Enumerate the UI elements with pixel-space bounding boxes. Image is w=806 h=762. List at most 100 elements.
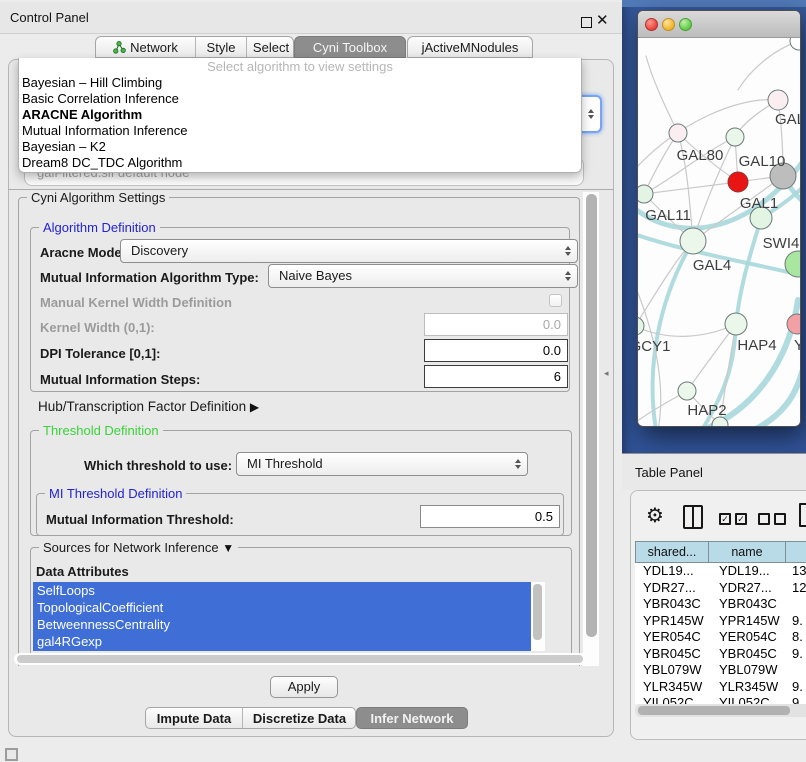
attributes-scrollbar-thumb[interactable]: [533, 584, 542, 640]
tab-infer-network[interactable]: Infer Network: [356, 707, 468, 729]
checked-checkbox-icon[interactable]: ✓: [735, 513, 747, 525]
algorithm-definition-title: Algorithm Definition: [39, 220, 160, 235]
zoom-traffic-light[interactable]: [679, 18, 692, 31]
manual-kernel-label: Manual Kernel Width Definition: [40, 295, 232, 310]
mi-type-combo[interactable]: Naive Bayes: [268, 264, 578, 288]
attribute-item[interactable]: gal4RGexp: [33, 633, 545, 650]
table-scrollbar-thumb[interactable]: [638, 706, 790, 715]
table-row[interactable]: YDL19...YDL19...13: [635, 563, 806, 580]
column-header[interactable]: A: [786, 541, 806, 563]
tab-impute-data[interactable]: Impute Data: [146, 708, 242, 728]
algorithm-dropdown-popup: Select algorithm to view settings Bayesi…: [18, 58, 582, 173]
which-threshold-combo[interactable]: MI Threshold: [236, 452, 528, 476]
algorithm-option[interactable]: Bayesian – Hill Climbing: [19, 75, 581, 91]
document-icon[interactable]: [799, 503, 806, 527]
minimize-traffic-light[interactable]: [662, 18, 675, 31]
table-row[interactable]: YER054CYER054C8.: [635, 629, 806, 646]
mi-threshold-field[interactable]: 0.5: [420, 505, 560, 528]
network-node[interactable]: [669, 124, 687, 142]
mi-steps-field[interactable]: 6: [424, 365, 568, 388]
tab-cyni-toolbox[interactable]: Cyni Toolbox: [294, 36, 406, 58]
hub-definition-toggle[interactable]: Hub/Transcription Factor Definition ▶: [38, 399, 259, 414]
network-node[interactable]: [726, 128, 744, 146]
float-window-icon[interactable]: [581, 17, 592, 28]
table-cell: YDR27...: [709, 580, 786, 597]
network-node[interactable]: [638, 185, 653, 203]
table-cell: YPR145W: [709, 613, 786, 630]
algorithm-option[interactable]: ARACNE Algorithm: [19, 107, 581, 123]
table-cell: 9.: [786, 679, 806, 696]
horizontal-scrollbar-thumb[interactable]: [17, 655, 583, 663]
table-row[interactable]: YBR045CYBR045C9.: [635, 646, 806, 663]
table-cell: YPR145W: [635, 613, 709, 630]
table-panel-titlebar: Table Panel: [622, 453, 806, 490]
control-panel-titlebar: Control Panel ✕: [0, 2, 622, 34]
attribute-item[interactable]: BetweennessCentrality: [33, 616, 545, 633]
sources-title[interactable]: Sources for Network Inference ▼: [39, 540, 238, 556]
tab-select[interactable]: Select: [246, 37, 295, 57]
algorithm-option[interactable]: Bayesian – K2: [19, 139, 581, 155]
table-cell: YDR27...: [635, 580, 709, 597]
table-row[interactable]: YBL079WYBL079W: [635, 662, 806, 679]
unchecked-checkbox-icon[interactable]: [758, 513, 770, 525]
kernel-width-field[interactable]: 0.0: [424, 313, 568, 336]
table-cell: 9.: [786, 646, 806, 663]
column-header[interactable]: name: [709, 541, 786, 563]
algorithm-option[interactable]: Dream8 DC_TDC Algorithm: [19, 155, 581, 171]
attribute-item[interactable]: TopologicalCoefficient: [33, 599, 545, 616]
table-panel: ⚙ ✓ ✓ shared...nameA YDL19...YDL19...13Y…: [630, 490, 806, 740]
tab-style[interactable]: Style: [195, 37, 246, 57]
network-node[interactable]: [768, 90, 788, 110]
dpi-tolerance-field[interactable]: 0.0: [424, 339, 568, 362]
close-traffic-light[interactable]: [645, 18, 658, 31]
table-cell: YBR045C: [709, 646, 786, 663]
tab-network[interactable]: Network: [96, 37, 195, 57]
network-node[interactable]: [725, 313, 747, 335]
data-attributes-list: SelfLoopsTopologicalCoefficientBetweenne…: [33, 582, 545, 651]
vertical-scrollbar-thumb[interactable]: [586, 194, 597, 637]
table-cell: [786, 596, 806, 613]
network-node[interactable]: [680, 228, 706, 254]
gear-icon[interactable]: ⚙: [646, 506, 664, 526]
spinner-arrows-icon: [565, 246, 571, 256]
network-view-window[interactable]: GAL80GAL10GALGAL1GAL11SWI4GAL4GCY1HAP4YH…: [637, 10, 801, 427]
tab-jactivemnodules[interactable]: jActiveMNodules: [407, 36, 533, 58]
table-body: YDL19...YDL19...13YDR27...YDR27...12YBR0…: [635, 563, 806, 704]
table-row[interactable]: YLR345WYLR345W9.: [635, 679, 806, 696]
tab-discretize-data[interactable]: Discretize Data: [242, 708, 356, 728]
table-header-row: shared...nameA: [635, 541, 806, 563]
table-row[interactable]: YDR27...YDR27...12: [635, 580, 806, 597]
split-columns-icon[interactable]: [683, 505, 703, 529]
algorithm-option[interactable]: Basic Correlation Inference: [19, 91, 581, 107]
table-row[interactable]: YBR043CYBR043C: [635, 596, 806, 613]
attribute-item[interactable]: SelfLoops: [33, 582, 545, 599]
network-node[interactable]: [790, 38, 800, 50]
table-row[interactable]: YIL052CYIL052C9: [635, 695, 806, 704]
table-cell: YIL052C: [709, 695, 786, 704]
network-graph[interactable]: GAL80GAL10GALGAL1GAL11SWI4GAL4GCY1HAP4YH…: [638, 38, 800, 427]
split-pane-collapse-icon[interactable]: ◂: [604, 368, 609, 379]
settings-scroll-viewport: Cyni Algorithm Settings Algorithm Defini…: [10, 192, 602, 666]
column-header[interactable]: shared...: [635, 541, 709, 563]
algorithm-option[interactable]: Mutual Information Inference: [19, 123, 581, 139]
network-node[interactable]: [678, 382, 696, 400]
network-edge: [638, 324, 736, 336]
table-row[interactable]: YPR145WYPR145W9.: [635, 613, 806, 630]
apply-button[interactable]: Apply: [270, 676, 338, 698]
mi-type-label: Mutual Information Algorithm Type:: [40, 270, 259, 285]
checked-checkbox-icon[interactable]: ✓: [719, 513, 731, 525]
network-edge: [738, 41, 799, 90]
network-node[interactable]: [728, 172, 748, 192]
unchecked-checkbox-icon[interactable]: [774, 513, 786, 525]
close-icon[interactable]: ✕: [596, 11, 609, 29]
table-cell: 13: [786, 563, 806, 580]
manual-kernel-checkbox[interactable]: [549, 294, 562, 307]
minimized-panel-icon[interactable]: [5, 748, 18, 761]
algorithm-dropdown-placeholder: Select algorithm to view settings: [19, 58, 581, 75]
network-node[interactable]: [638, 317, 644, 335]
aracne-mode-combo[interactable]: Discovery: [120, 239, 578, 263]
table-cell: 9.: [786, 613, 806, 630]
network-window-titlebar[interactable]: [638, 11, 800, 38]
node-label: GAL80: [677, 147, 724, 164]
node-label: GAL4: [693, 257, 731, 274]
